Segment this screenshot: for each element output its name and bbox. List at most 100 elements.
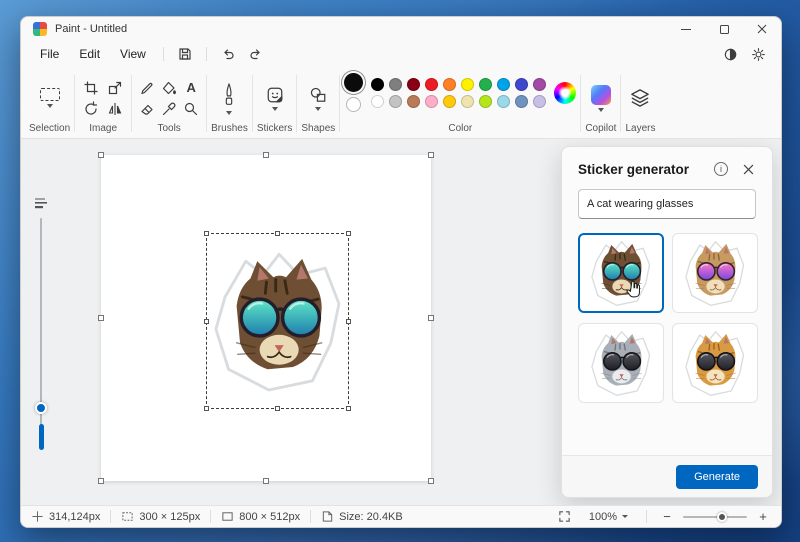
close-button[interactable] (743, 17, 781, 41)
sticker-thumbnail-3[interactable] (578, 323, 664, 403)
resize-button[interactable] (106, 79, 124, 97)
save-button[interactable] (172, 43, 198, 65)
canvas-resize-handle[interactable] (263, 478, 269, 484)
color-swatch[interactable] (515, 95, 528, 108)
title-bar[interactable]: Paint - Untitled (21, 17, 781, 41)
color-swatch[interactable] (533, 78, 546, 91)
zoom-dropdown[interactable]: 100% (583, 509, 634, 525)
zoom-out-button[interactable]: − (659, 510, 675, 524)
canvas-resize-handle[interactable] (428, 315, 434, 321)
selection-handle[interactable] (275, 231, 280, 236)
layers-button[interactable] (628, 86, 652, 110)
selection-tool-button[interactable] (38, 86, 62, 110)
menu-edit[interactable]: Edit (70, 44, 109, 64)
rotate-button[interactable] (82, 100, 100, 118)
ribbon-group-layers: Layers (623, 69, 657, 138)
fit-to-screen-button[interactable] (555, 508, 575, 526)
crop-icon (83, 80, 99, 96)
side-slider-thumb[interactable] (35, 402, 47, 414)
sticker-selection[interactable] (206, 233, 349, 409)
redo-button[interactable] (243, 43, 269, 65)
color-swatch[interactable] (461, 78, 474, 91)
shapes-button[interactable] (307, 84, 329, 113)
undo-button[interactable] (215, 43, 241, 65)
generate-button[interactable]: Generate (676, 465, 758, 489)
selection-handle[interactable] (346, 231, 351, 236)
zoom-slider[interactable] (683, 511, 747, 523)
text-tool-icon: A (186, 81, 195, 95)
selection-handle[interactable] (346, 319, 351, 324)
file-size-icon (321, 510, 334, 523)
chevron-down-icon (226, 111, 232, 115)
selection-handle[interactable] (204, 319, 209, 324)
canvas-resize-handle[interactable] (263, 152, 269, 158)
selection-handle[interactable] (204, 406, 209, 411)
selection-handle[interactable] (346, 406, 351, 411)
custom-color-picker-icon[interactable] (554, 82, 576, 104)
theme-button[interactable] (717, 43, 743, 65)
prompt-input[interactable] (578, 189, 756, 219)
color-swatch[interactable] (407, 78, 420, 91)
color-swatch[interactable] (371, 78, 384, 91)
crop-button[interactable] (82, 79, 100, 97)
stickers-button[interactable] (264, 84, 286, 113)
sticker-thumbnail-2[interactable] (672, 233, 758, 313)
cat-sticker-image[interactable] (209, 237, 347, 405)
copilot-button[interactable] (589, 83, 613, 114)
color-swatch[interactable] (461, 95, 474, 108)
minimize-button[interactable] (667, 17, 705, 41)
canvas-resize-handle[interactable] (428, 152, 434, 158)
color-swatch[interactable] (497, 78, 510, 91)
selection-handle[interactable] (204, 231, 209, 236)
chevron-down-icon (622, 515, 628, 518)
resize-icon (107, 80, 123, 96)
color-swatch[interactable] (533, 95, 546, 108)
color-swatch[interactable] (425, 95, 438, 108)
ribbon-group-stickers: Stickers (255, 69, 295, 138)
side-slider[interactable] (34, 218, 48, 450)
color-1-swatch[interactable] (344, 73, 363, 92)
canvas-resize-handle[interactable] (428, 478, 434, 484)
selection-handle[interactable] (275, 406, 280, 411)
color-2-swatch[interactable] (346, 97, 361, 112)
magnifier-tool-button[interactable] (182, 100, 200, 118)
color-swatch[interactable] (389, 78, 402, 91)
info-icon[interactable]: i (714, 162, 728, 176)
color-swatch[interactable] (425, 78, 438, 91)
brushes-button[interactable] (219, 80, 239, 117)
color-swatch[interactable] (371, 95, 384, 108)
status-divider (110, 510, 111, 523)
menu-view[interactable]: View (111, 44, 155, 64)
canvas-resize-handle[interactable] (98, 315, 104, 321)
canvas-resize-handle[interactable] (98, 152, 104, 158)
color-swatch[interactable] (479, 95, 492, 108)
chevron-down-icon (598, 108, 604, 112)
maximize-button[interactable] (705, 17, 743, 41)
color-swatch[interactable] (389, 95, 402, 108)
panel-close-button[interactable] (740, 161, 756, 177)
eyedropper-tool-button[interactable] (160, 100, 178, 118)
chevron-down-icon (47, 104, 53, 108)
settings-button[interactable] (745, 43, 771, 65)
color-swatch[interactable] (497, 95, 510, 108)
color-swatch[interactable] (443, 78, 456, 91)
color-swatch[interactable] (515, 78, 528, 91)
color-swatch[interactable] (479, 78, 492, 91)
color-swatch[interactable] (407, 95, 420, 108)
zoom-in-button[interactable]: + (755, 510, 771, 524)
flip-button[interactable] (106, 100, 124, 118)
ribbon-divider (252, 75, 253, 132)
color-swatch[interactable] (443, 95, 456, 108)
layers-icon (630, 88, 650, 108)
fill-tool-button[interactable] (160, 79, 178, 97)
zoom-slider-thumb[interactable] (717, 512, 727, 522)
sticker-thumbnail-1[interactable] (578, 233, 664, 313)
canvas-resize-handle[interactable] (98, 478, 104, 484)
pencil-tool-button[interactable] (138, 79, 156, 97)
text-tool-button[interactable]: A (185, 80, 196, 96)
drawing-canvas[interactable] (101, 155, 431, 481)
menu-file[interactable]: File (31, 44, 68, 64)
eraser-tool-button[interactable] (138, 100, 156, 118)
window-title: Paint - Untitled (55, 23, 127, 35)
sticker-thumbnail-4[interactable] (672, 323, 758, 403)
